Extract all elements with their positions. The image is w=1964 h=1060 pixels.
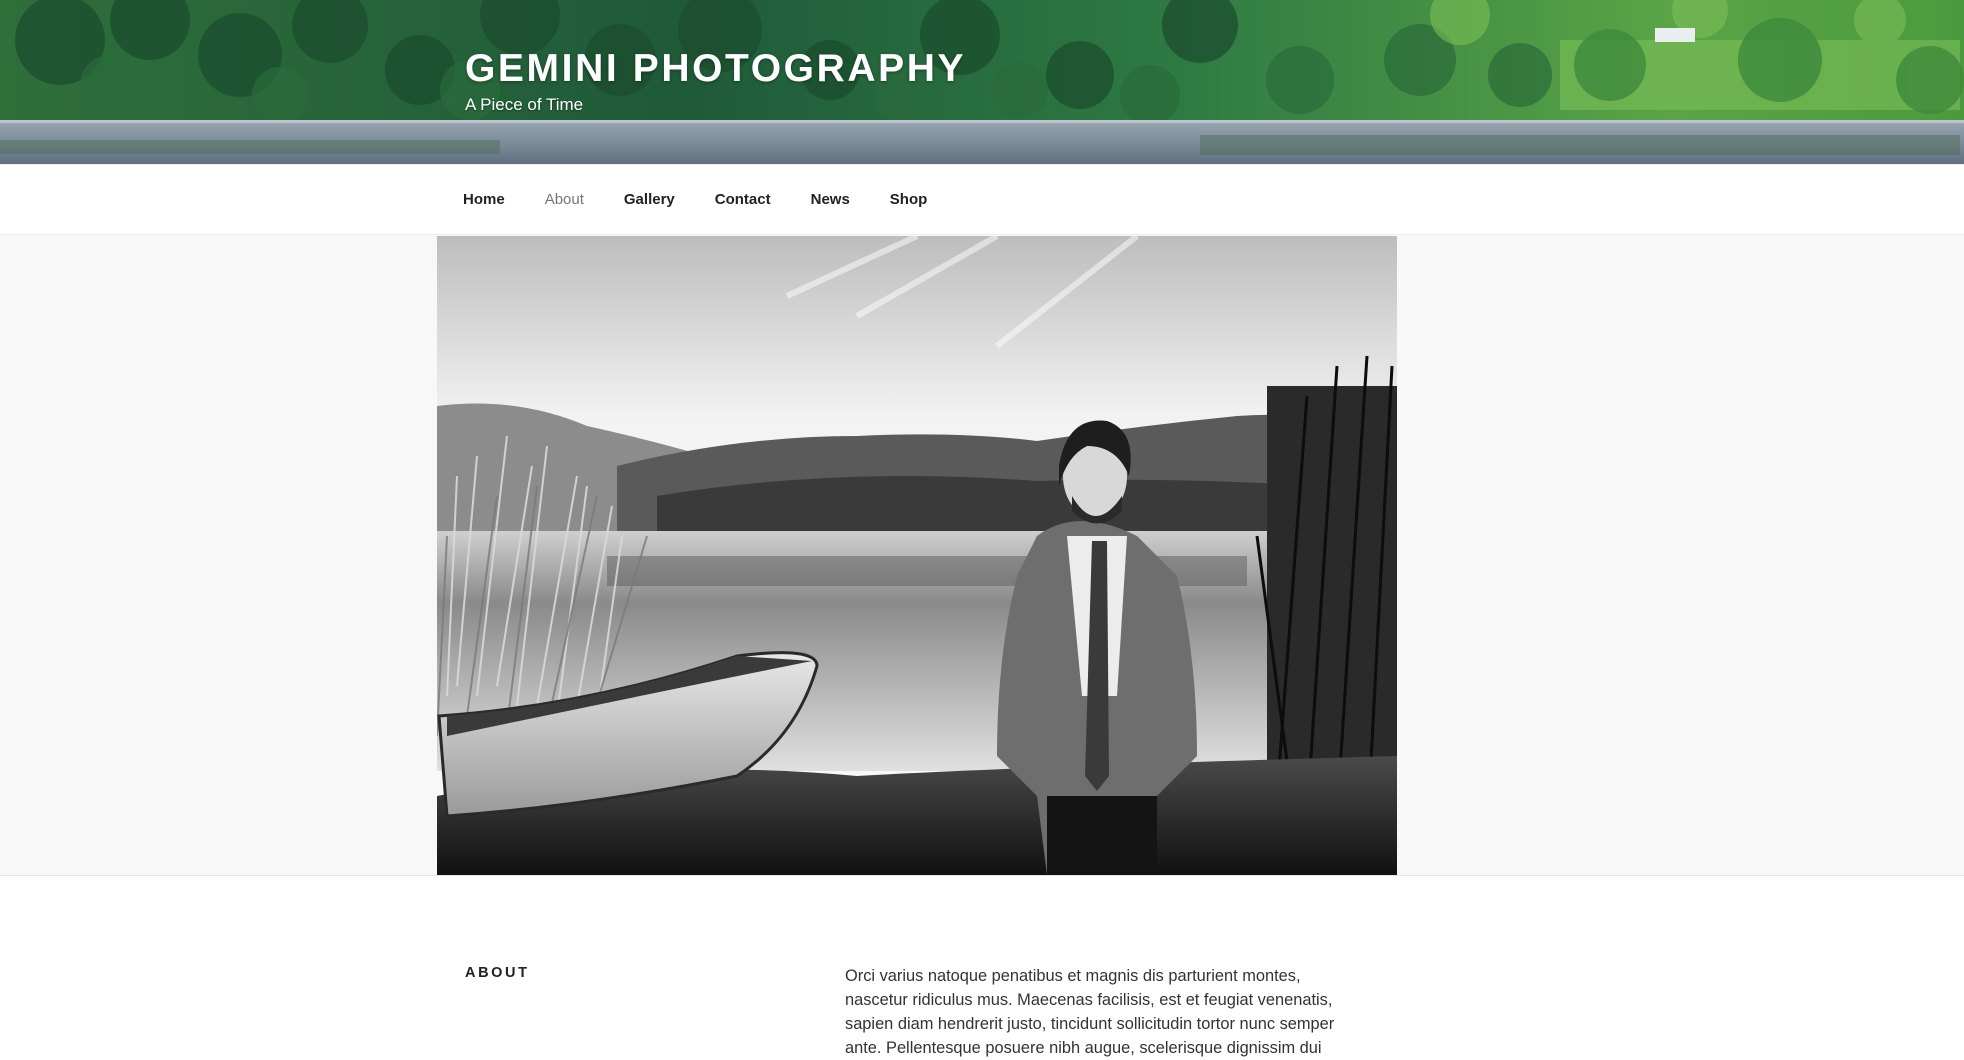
site-tagline: A Piece of Time <box>465 95 584 114</box>
nav-menu: Home About Gallery Contact News Shop <box>443 165 947 234</box>
header-banner-image <box>0 0 1964 164</box>
featured-image <box>437 236 1397 875</box>
page-title: ABOUT <box>465 965 530 981</box>
site-branding: GEMINI PHOTOGRAPHY A Piece of Time <box>465 46 966 116</box>
site-header: GEMINI PHOTOGRAPHY A Piece of Time <box>0 0 1964 164</box>
nav-item-contact[interactable]: Contact <box>695 165 791 234</box>
nav-item-shop[interactable]: Shop <box>870 165 948 234</box>
nav-item-about[interactable]: About <box>525 165 604 234</box>
page-body-text: Orci varius natoque penatibus et magnis … <box>845 967 1335 1057</box>
nav-item-gallery[interactable]: Gallery <box>604 165 695 234</box>
site-title-link[interactable]: GEMINI PHOTOGRAPHY <box>465 46 966 92</box>
nav-item-home[interactable]: Home <box>443 165 525 234</box>
nav-item-news[interactable]: News <box>791 165 870 234</box>
main-navigation: Home About Gallery Contact News Shop <box>0 164 1964 235</box>
